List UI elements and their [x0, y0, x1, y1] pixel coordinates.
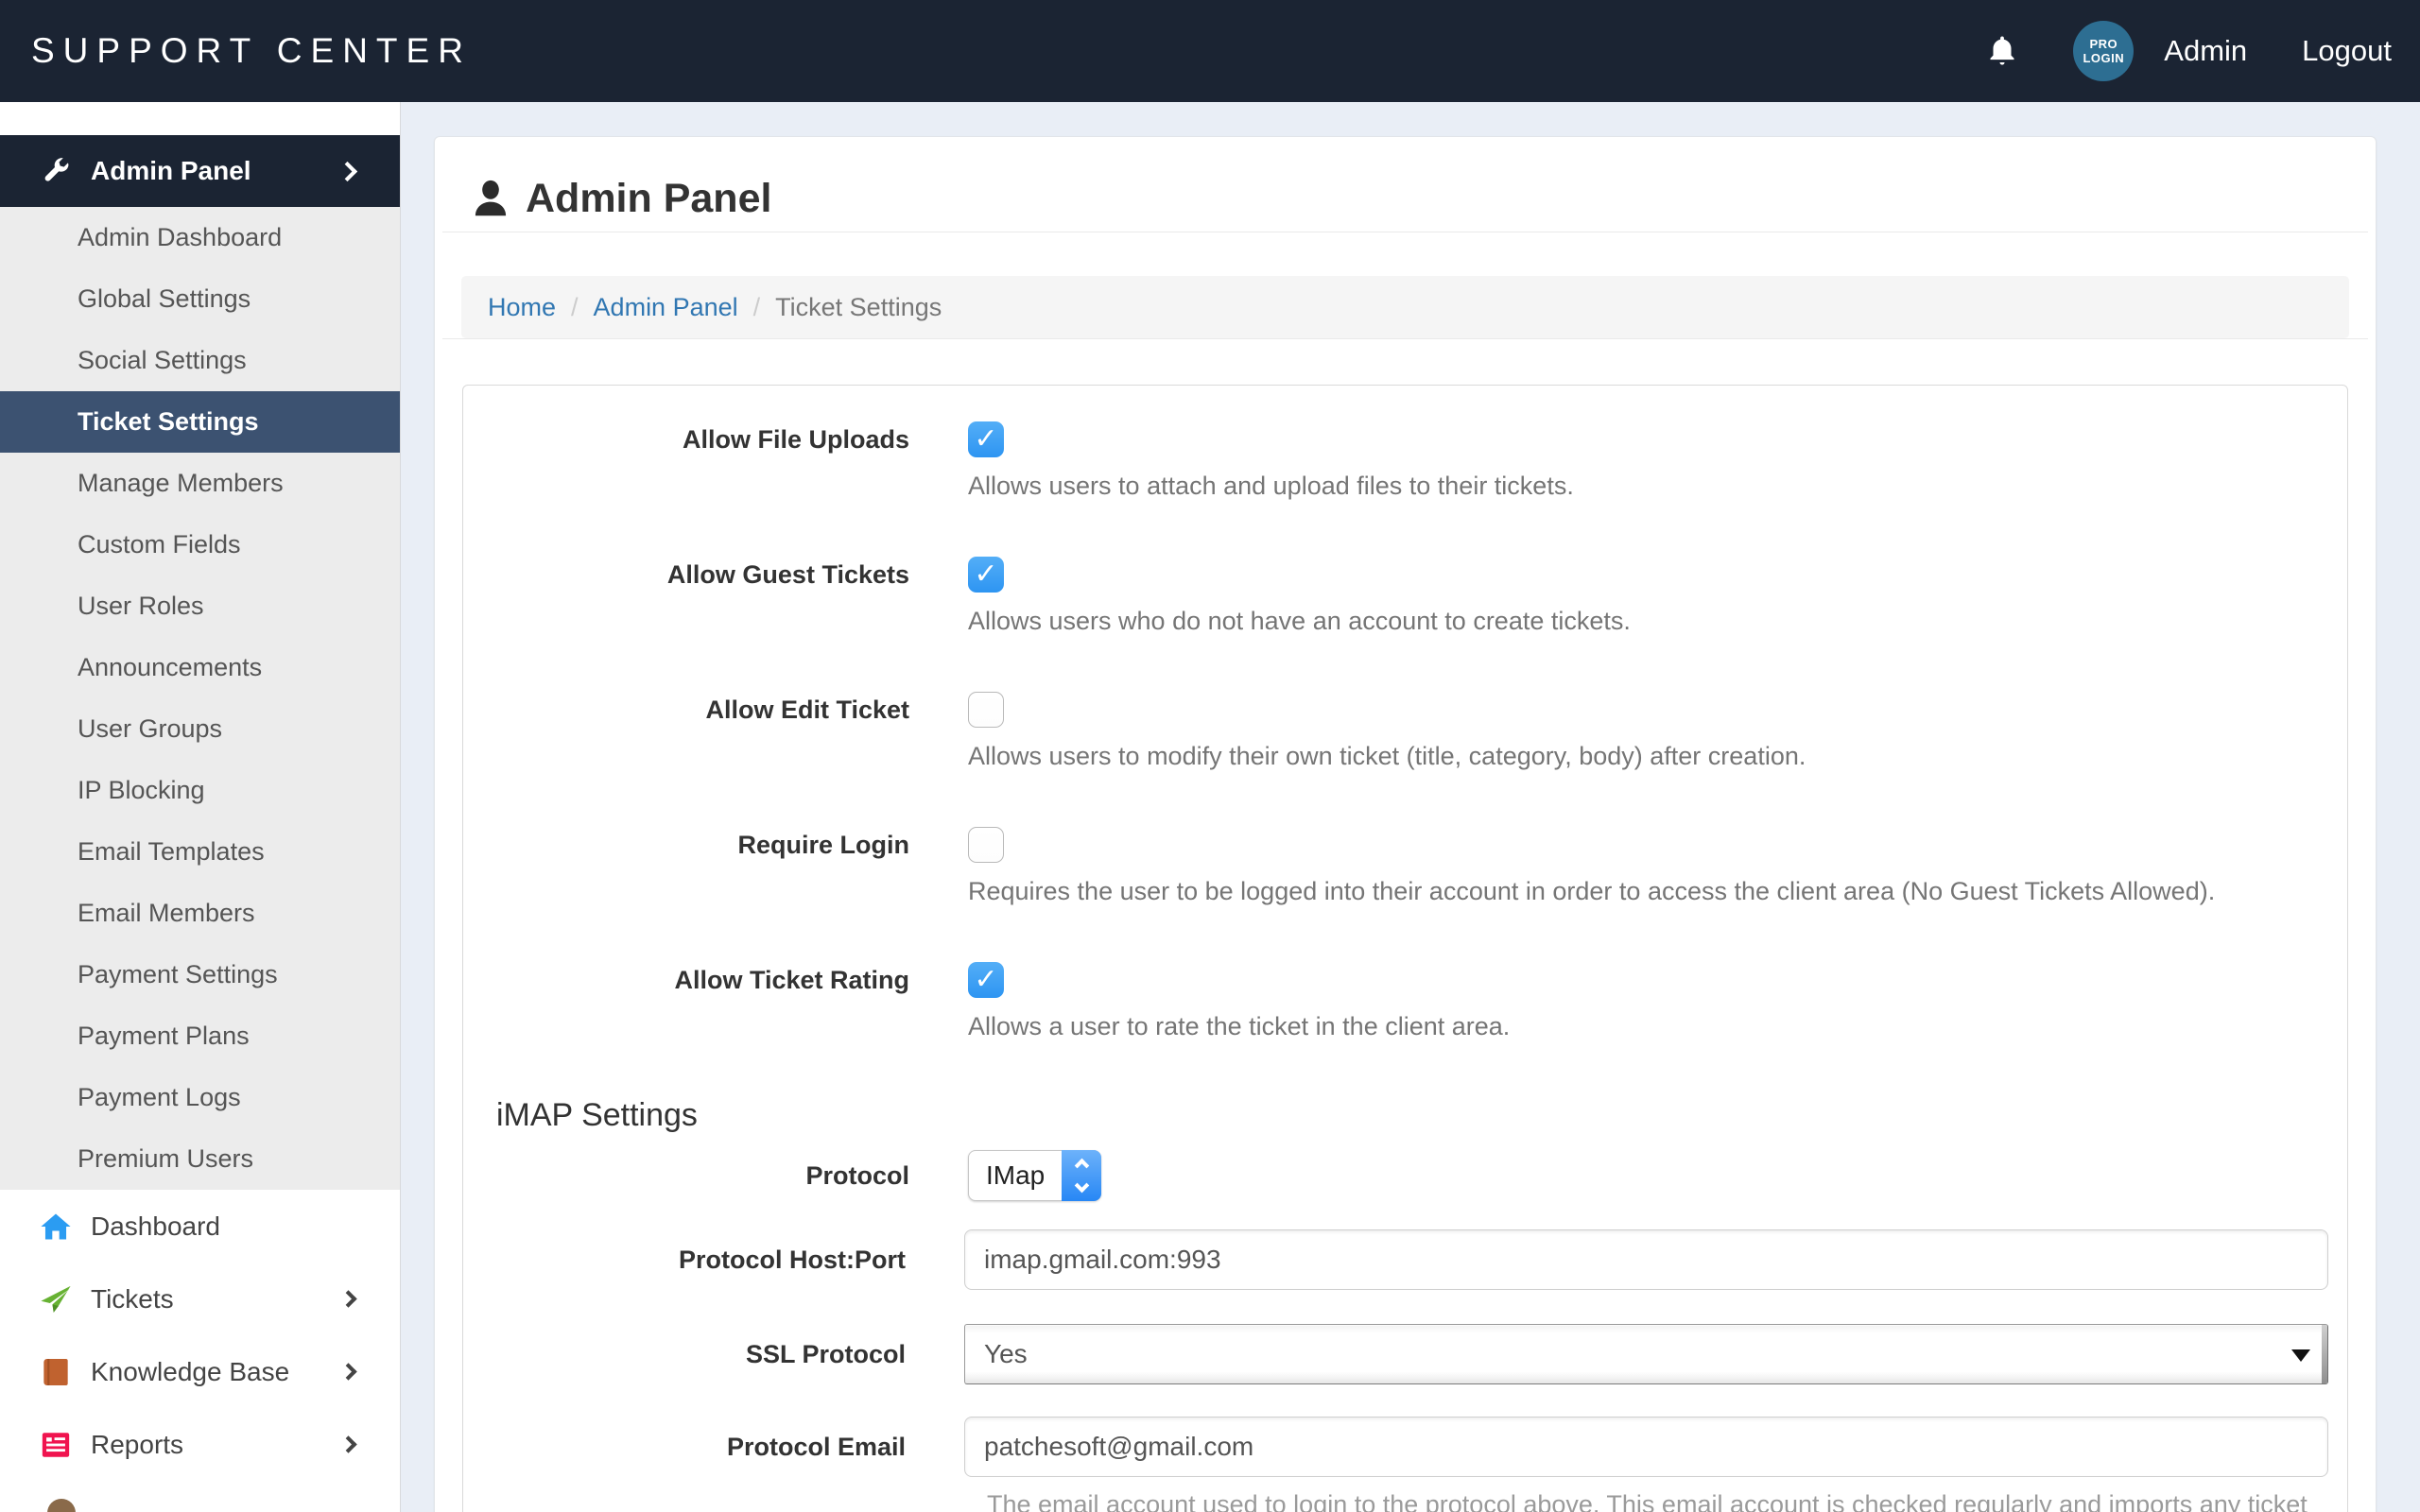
sidebar-item-social-settings[interactable]: Social Settings — [0, 330, 400, 391]
sidebar-submenu: Admin Dashboard Global Settings Social S… — [0, 207, 400, 1190]
sidebar-item-tickets[interactable]: Tickets — [0, 1263, 400, 1335]
home-icon — [40, 1211, 72, 1243]
sidebar-item-reports[interactable]: Reports — [0, 1408, 400, 1481]
form-row-allow-file-uploads: Allow File Uploads Allows users to attac… — [463, 421, 2347, 503]
chevron-right-icon — [339, 1363, 356, 1380]
sidebar-item-user-groups[interactable]: User Groups — [0, 698, 400, 760]
sidebar-item-manage-members[interactable]: Manage Members — [0, 453, 400, 514]
protocol-label: Protocol — [463, 1158, 968, 1194]
breadcrumb-current: Ticket Settings — [775, 293, 942, 322]
breadcrumb-separator: / — [571, 293, 579, 322]
allow-guest-tickets-help: Allows users who do not have an account … — [968, 604, 2328, 638]
sidebar-dashboard-label: Dashboard — [91, 1211, 220, 1242]
protocol-select-value: IMap — [969, 1151, 1062, 1200]
logout-link[interactable]: Logout — [2302, 34, 2392, 68]
avatar-text-2: LOGIN — [2083, 51, 2124, 65]
allow-guest-tickets-checkbox[interactable] — [968, 557, 1004, 593]
sidebar-item-admin-panel[interactable]: Admin Panel — [0, 135, 400, 207]
sidebar-item-dashboard[interactable]: Dashboard — [0, 1190, 400, 1263]
app-brand: SUPPORT CENTER — [31, 31, 472, 71]
form-row-ssl-protocol: SSL Protocol Yes — [463, 1324, 2347, 1384]
sidebar-item-user-roles[interactable]: User Roles — [0, 576, 400, 637]
topbar: SUPPORT CENTER PRO LOGIN Admin Logout — [0, 0, 2420, 102]
allow-file-uploads-checkbox[interactable] — [968, 421, 1004, 457]
allow-edit-ticket-checkbox[interactable] — [968, 692, 1004, 728]
paper-plane-icon — [40, 1283, 72, 1315]
protocol-select[interactable]: IMap — [968, 1150, 1101, 1201]
protocol-host-input[interactable] — [964, 1229, 2328, 1290]
sidebar-item-custom-fields[interactable]: Custom Fields — [0, 514, 400, 576]
sidebar-item-email-members[interactable]: Email Members — [0, 883, 400, 944]
sidebar-item-premium-users[interactable]: Premium Users — [0, 1128, 400, 1190]
allow-edit-ticket-label: Allow Edit Ticket — [463, 692, 968, 773]
allow-file-uploads-label: Allow File Uploads — [463, 421, 968, 503]
divider — [442, 338, 2368, 339]
avatar-text-1: PRO — [2089, 37, 2118, 51]
chevron-right-icon — [339, 1290, 356, 1307]
sidebar-knowledge-base-label: Knowledge Base — [91, 1357, 289, 1387]
sidebar-item-global-settings[interactable]: Global Settings — [0, 268, 400, 330]
sidebar-item-ip-blocking[interactable]: IP Blocking — [0, 760, 400, 821]
sidebar-tickets-label: Tickets — [91, 1284, 174, 1314]
sidebar-item-ticket-settings[interactable]: Ticket Settings — [0, 391, 400, 453]
chevron-right-icon — [339, 1435, 356, 1452]
protocol-host-label: Protocol Host:Port — [463, 1242, 964, 1278]
breadcrumb-admin-panel-link[interactable]: Admin Panel — [594, 293, 738, 322]
chevron-right-icon — [337, 161, 357, 180]
select-stepper-icon — [1062, 1150, 1101, 1201]
user-menu-link[interactable]: Admin — [2164, 34, 2247, 68]
partial-sidebar-user-icon — [47, 1499, 76, 1512]
main-content-card: Admin Panel Home / Admin Panel / Ticket … — [434, 136, 2377, 1512]
sidebar-admin-panel-label: Admin Panel — [91, 156, 251, 186]
person-icon — [469, 177, 512, 220]
notifications-bell-icon[interactable] — [1984, 32, 2020, 70]
breadcrumb: Home / Admin Panel / Ticket Settings — [461, 276, 2349, 338]
form-row-protocol: Protocol IMap — [463, 1150, 2347, 1201]
report-list-icon — [40, 1429, 72, 1461]
sidebar-item-admin-dashboard[interactable]: Admin Dashboard — [0, 207, 400, 268]
allow-ticket-rating-checkbox[interactable] — [968, 962, 1004, 998]
clipped-help-text: The email account used to login to the p… — [987, 1490, 2347, 1512]
ticket-settings-form-panel: Allow File Uploads Allows users to attac… — [462, 385, 2348, 1512]
form-row-allow-edit-ticket: Allow Edit Ticket Allows users to modify… — [463, 692, 2347, 773]
book-icon — [40, 1356, 72, 1388]
sidebar: Admin Panel Admin Dashboard Global Setti… — [0, 102, 401, 1512]
sidebar-item-knowledge-base[interactable]: Knowledge Base — [0, 1335, 400, 1408]
allow-edit-ticket-help: Allows users to modify their own ticket … — [968, 739, 2328, 773]
sidebar-reports-label: Reports — [91, 1430, 183, 1460]
page-header: Admin Panel — [435, 137, 2376, 232]
sidebar-item-payment-logs[interactable]: Payment Logs — [0, 1067, 400, 1128]
form-row-require-login: Require Login Requires the user to be lo… — [463, 827, 2347, 908]
sidebar-item-email-templates[interactable]: Email Templates — [0, 821, 400, 883]
form-row-allow-guest-tickets: Allow Guest Tickets Allows users who do … — [463, 557, 2347, 638]
ssl-protocol-label: SSL Protocol — [463, 1336, 964, 1372]
avatar[interactable]: PRO LOGIN — [2073, 21, 2134, 81]
ssl-protocol-select[interactable]: Yes — [964, 1324, 2328, 1384]
sidebar-item-payment-plans[interactable]: Payment Plans — [0, 1005, 400, 1067]
sidebar-item-payment-settings[interactable]: Payment Settings — [0, 944, 400, 1005]
ssl-protocol-select-value: Yes — [984, 1339, 1028, 1369]
form-row-protocol-email: Protocol Email — [463, 1417, 2347, 1477]
allow-file-uploads-help: Allows users to attach and upload files … — [968, 469, 2328, 503]
sidebar-item-announcements[interactable]: Announcements — [0, 637, 400, 698]
allow-ticket-rating-label: Allow Ticket Rating — [463, 962, 968, 1043]
form-row-allow-ticket-rating: Allow Ticket Rating Allows a user to rat… — [463, 962, 2347, 1043]
breadcrumb-separator: / — [753, 293, 761, 322]
allow-guest-tickets-label: Allow Guest Tickets — [463, 557, 968, 638]
breadcrumb-home-link[interactable]: Home — [488, 293, 556, 322]
dropdown-arrow-icon — [2291, 1349, 2310, 1362]
protocol-email-input[interactable] — [964, 1417, 2328, 1477]
page-title: Admin Panel — [526, 176, 771, 222]
form-row-protocol-host: Protocol Host:Port — [463, 1229, 2347, 1290]
require-login-checkbox[interactable] — [968, 827, 1004, 863]
require-login-help: Requires the user to be logged into thei… — [968, 874, 2328, 908]
topbar-right: PRO LOGIN Admin Logout — [1984, 21, 2420, 81]
wrench-icon — [42, 157, 70, 185]
require-login-label: Require Login — [463, 827, 968, 908]
allow-ticket-rating-help: Allows a user to rate the ticket in the … — [968, 1009, 2328, 1043]
protocol-email-label: Protocol Email — [463, 1429, 964, 1465]
imap-settings-heading: iMAP Settings — [496, 1097, 2347, 1134]
